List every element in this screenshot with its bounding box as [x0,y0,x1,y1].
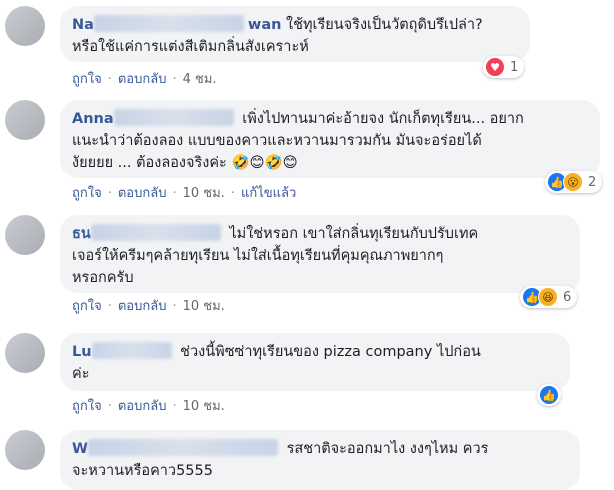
commenter-name[interactable]: Na wan [72,15,281,33]
timestamp[interactable]: 10 ชม. [183,299,225,314]
timestamp[interactable]: 4 ชม. [183,72,217,87]
commenter-name[interactable]: Lu [72,342,176,360]
reply-link[interactable]: ตอบกลับ [118,399,167,414]
like-link[interactable]: ถูกใจ [72,186,102,201]
reaction-summary[interactable]: 👍 [537,384,561,406]
reaction-count: 1 [510,59,519,75]
avatar[interactable] [5,6,45,46]
comment-actions: ถูกใจ · ตอบกลับ · 4 ชม. [72,72,217,87]
reaction-summary[interactable]: ♥ 1 [483,56,525,78]
comment-bubble: ธน ไม่ใช่หรอก เขาใส่กลิ่นทุเรียนกับปรับเ… [60,215,580,293]
commenter-name[interactable]: ธน [72,224,225,242]
avatar[interactable] [5,100,45,140]
comment-text: หรอกครับ [72,270,134,286]
comment-text: งัยยยย ... ต้องลองจริงค่ะ [72,155,227,171]
haha-reaction-icon: 😆 [538,287,558,307]
comment-actions: ถูกใจ · ตอบกลับ · 10 ชม. [72,399,225,414]
edited-link[interactable]: แก้ไขแล้ว [241,186,296,201]
reaction-summary[interactable]: 👍 😆 6 [520,286,578,308]
reply-link[interactable]: ตอบกลับ [118,186,167,201]
comment-text: ใช้ทุเรียนจริงเป็นวัตถุดิบรึเปล่า? [286,17,483,33]
timestamp[interactable]: 10 ชม. [183,186,225,201]
love-reaction-icon: ♥ [485,57,505,77]
like-reaction-icon: 👍 [539,385,559,405]
comment-text: แนะนำว่าต้องลอง แบบของคาวและหวานมารวมกัน… [72,133,482,149]
comment-text: รสชาติจะออกมาไง งงๆไหม ควร [286,441,489,457]
comment-text: ค่ะ [72,366,90,382]
avatar[interactable] [5,333,45,373]
comment-text: เจอร์ให้ครีมๆคล้ายทุเรียน ไม่ใส่เนื้อทุเ… [72,248,444,264]
comment-bubble: Anna เพิ่งไปทานมาค่ะอ้ายจง นักเก็ตทุเรีย… [60,100,600,178]
wow-reaction-icon: 😮 [563,172,583,192]
reply-link[interactable]: ตอบกลับ [118,72,167,87]
avatar[interactable] [5,215,45,255]
comment-actions: ถูกใจ · ตอบกลับ · 10 ชม. [72,299,225,314]
commenter-name[interactable]: W [72,439,282,457]
like-link[interactable]: ถูกใจ [72,299,102,314]
like-link[interactable]: ถูกใจ [72,72,102,87]
reply-link[interactable]: ตอบกลับ [118,299,167,314]
comment-bubble: Lu ช่วงนี้พิซซ่าทุเรียนของ pizza company… [60,333,570,391]
comment-actions: ถูกใจ · ตอบกลับ · 10 ชม. · แก้ไขแล้ว [72,186,297,201]
comment-text: เพิ่งไปทานมาค่ะอ้ายจง นักเก็ตทุเรียน... … [242,111,524,127]
comment-text: ช่วงนี้พิซซ่าทุเรียนของ pizza company ไป… [180,344,481,360]
reaction-count: 6 [563,289,572,305]
comment-bubble: Na wan ใช้ทุเรียนจริงเป็นวัตถุดิบรึเปล่า?… [60,6,530,62]
timestamp[interactable]: 10 ชม. [183,399,225,414]
reaction-summary[interactable]: 👍 😮 2 [545,171,603,193]
comment-text: จะหวานหรือคาว5555 [72,463,213,479]
commenter-name[interactable]: Anna [72,109,238,127]
reaction-count: 2 [588,174,597,190]
comment-text: หรือใช้แค่การแต่งสีเติมกลิ่นสังเคราะห์ [72,39,309,55]
comment-text: ไม่ใช่หรอก เขาใส่กลิ่นทุเรียนกับปรับเทค [229,226,479,242]
like-link[interactable]: ถูกใจ [72,399,102,414]
comment-bubble: W รสชาติจะออกมาไง งงๆไหม ควร จะหวานหรือค… [60,430,580,490]
emoji-text: 🤣😊🤣😊 [231,155,298,171]
avatar[interactable] [5,430,45,470]
